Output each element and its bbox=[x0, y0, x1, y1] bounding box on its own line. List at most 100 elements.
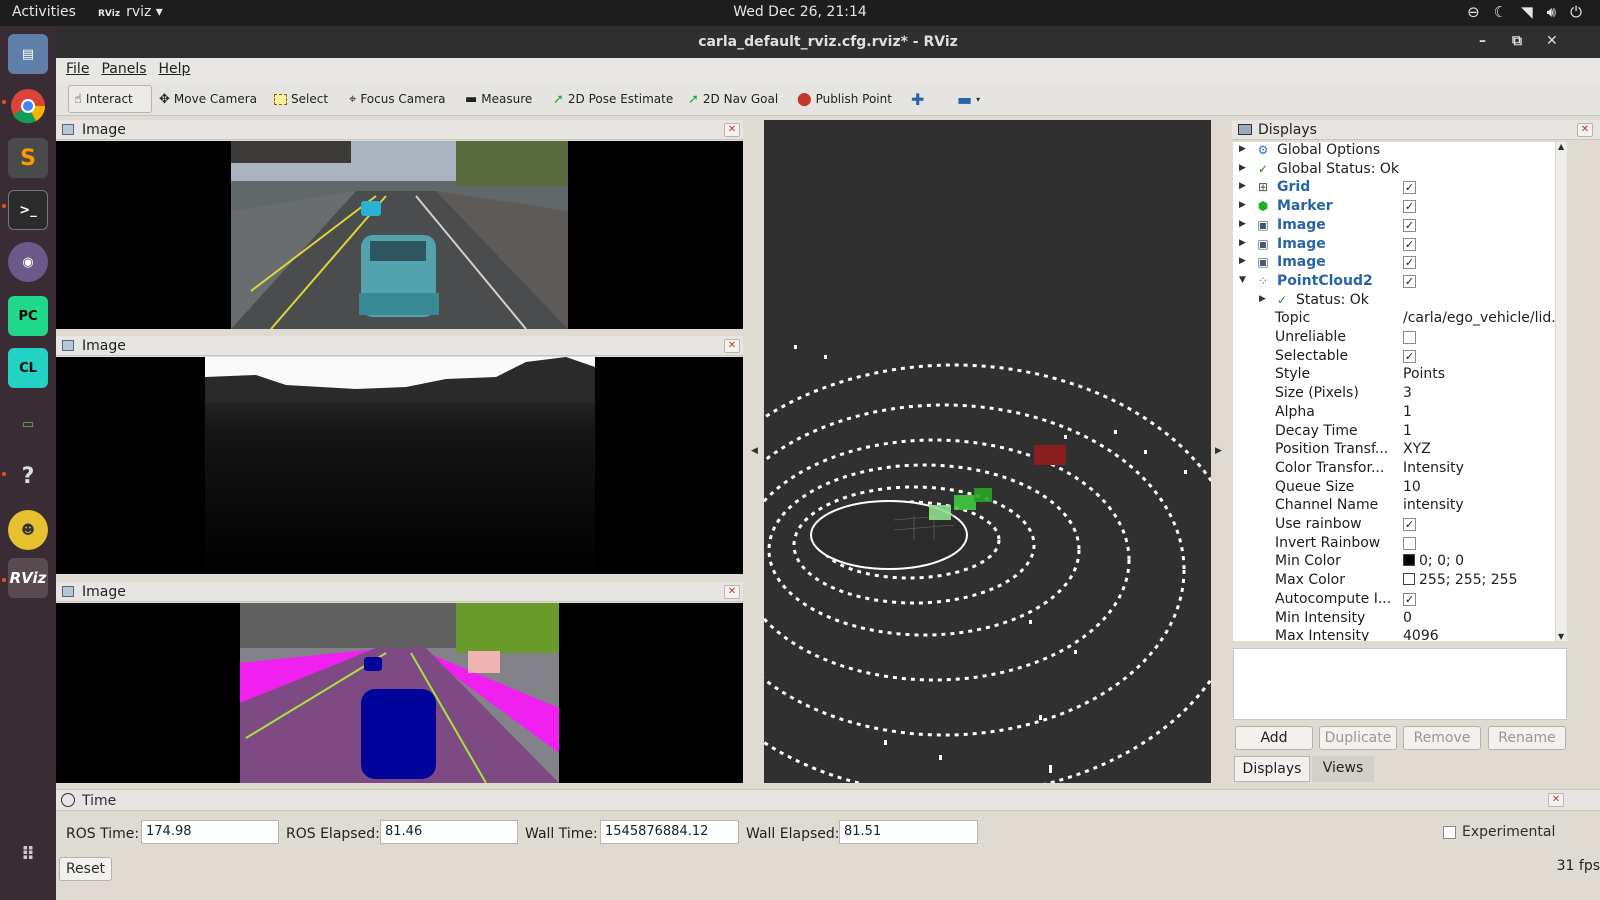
displays-panel-header[interactable]: Displays ✕ bbox=[1232, 120, 1600, 140]
add-display-button[interactable]: Add bbox=[1235, 726, 1313, 750]
measure-tool-button[interactable]: ▬ Measure bbox=[460, 85, 537, 113]
night-light-icon[interactable]: ☾ bbox=[1494, 3, 1507, 21]
tree-row-pointcloud2[interactable]: ▼ ⁘ PointCloud2 ✓ bbox=[1233, 273, 1555, 292]
clock[interactable]: Wed Dec 26, 21:14 bbox=[0, 4, 1600, 20]
tree-row-image[interactable]: ▶ ▣ Image ✓ bbox=[1233, 236, 1555, 255]
show-apps-icon[interactable]: ⠿ bbox=[8, 834, 48, 874]
prop-row-invert-rainbow[interactable]: Invert Rainbow bbox=[1233, 535, 1555, 554]
marker-enable-checkbox[interactable]: ✓ bbox=[1403, 200, 1416, 214]
tree-row-global-status[interactable]: ▶ ✓ Global Status: Ok bbox=[1233, 161, 1555, 180]
prop-value[interactable]: /carla/ego_vehicle/lid. bbox=[1403, 310, 1555, 326]
duplicate-display-button[interactable]: Duplicate bbox=[1319, 726, 1397, 750]
pose-estimate-tool-button[interactable]: ➚ 2D Pose Estimate bbox=[548, 85, 678, 113]
remove-display-button[interactable]: Remove bbox=[1403, 726, 1481, 750]
battery-icon[interactable]: ▭ bbox=[8, 404, 48, 444]
image-panel-header[interactable]: Image ✕ bbox=[56, 336, 743, 356]
rviz-icon[interactable]: RViz bbox=[8, 558, 48, 598]
tab-displays[interactable]: Displays bbox=[1234, 756, 1310, 782]
interact-tool-button[interactable]: ☝ Interact bbox=[68, 85, 152, 113]
prop-row-decay-time[interactable]: Decay Time 1 bbox=[1233, 423, 1555, 442]
prop-row-max-intensity[interactable]: Max Intensity 4096 bbox=[1233, 628, 1555, 641]
power-icon[interactable]: ⏻ bbox=[1570, 3, 1582, 21]
close-icon[interactable]: ✕ bbox=[724, 339, 740, 353]
tree-row-image[interactable]: ▶ ▣ Image ✓ bbox=[1233, 254, 1555, 273]
collapse-arrow-icon[interactable]: ▼ bbox=[1239, 275, 1246, 285]
prop-row-selectable[interactable]: Selectable ✓ bbox=[1233, 348, 1555, 367]
close-icon[interactable]: ✕ bbox=[724, 585, 740, 599]
tree-row-grid[interactable]: ▶ ⊞ Grid ✓ bbox=[1233, 179, 1555, 198]
system-tray[interactable]: ⊖ ☾ ◥ 🔊︎ ⏻ bbox=[1467, 3, 1582, 21]
ros-time-field[interactable]: 174.98 bbox=[141, 820, 279, 844]
autocompute-checkbox[interactable]: ✓ bbox=[1403, 592, 1416, 606]
prop-value[interactable]: 1 bbox=[1403, 423, 1412, 439]
expand-arrow-icon[interactable]: ▶ bbox=[1239, 200, 1246, 210]
3d-viewport[interactable] bbox=[764, 120, 1211, 783]
terminal-icon[interactable]: >_ bbox=[8, 190, 48, 230]
prop-row-style[interactable]: Style Points bbox=[1233, 366, 1555, 385]
expand-arrow-icon[interactable]: ▶ bbox=[1259, 294, 1266, 304]
use-rainbow-checkbox[interactable]: ✓ bbox=[1403, 518, 1416, 531]
prop-value[interactable]: 10 bbox=[1403, 479, 1421, 495]
chrome-icon[interactable] bbox=[8, 86, 48, 126]
prop-row-min-color[interactable]: Min Color 0; 0; 0 bbox=[1233, 553, 1555, 572]
select-tool-button[interactable]: Select bbox=[269, 85, 333, 113]
prop-value[interactable]: Points bbox=[1403, 366, 1445, 382]
image-enable-checkbox[interactable]: ✓ bbox=[1403, 237, 1416, 251]
scroll-down-arrow-icon[interactable]: ▼ bbox=[1558, 632, 1564, 641]
menu-help[interactable]: Help bbox=[155, 58, 199, 82]
displays-tree[interactable]: ▶ ⚙ Global Options ▶ ✓ Global Status: Ok… bbox=[1233, 142, 1555, 641]
collapse-right-arrow-icon[interactable]: ▶ bbox=[1215, 446, 1222, 456]
camera-rgb-view[interactable] bbox=[56, 141, 743, 329]
help-icon[interactable]: ? bbox=[8, 456, 48, 496]
tree-row-global-options[interactable]: ▶ ⚙ Global Options bbox=[1233, 142, 1555, 161]
selectable-checkbox[interactable]: ✓ bbox=[1403, 349, 1416, 363]
sublime-icon[interactable]: S bbox=[8, 138, 48, 178]
prop-value[interactable]: intensity bbox=[1403, 497, 1464, 513]
expand-arrow-icon[interactable]: ▶ bbox=[1239, 238, 1246, 248]
image-panel-header[interactable]: Image ✕ bbox=[56, 582, 743, 602]
close-icon[interactable]: ✕ bbox=[1577, 123, 1593, 137]
pycharm-icon[interactable]: PC bbox=[8, 296, 48, 336]
prop-row-max-color[interactable]: Max Color 255; 255; 255 bbox=[1233, 572, 1555, 591]
expand-arrow-icon[interactable]: ▶ bbox=[1239, 181, 1246, 191]
camera-segmentation-view[interactable] bbox=[56, 603, 743, 783]
image-enable-checkbox[interactable]: ✓ bbox=[1403, 218, 1416, 232]
invert-rainbow-checkbox[interactable] bbox=[1403, 536, 1416, 550]
close-icon[interactable]: ✕ bbox=[1546, 33, 1558, 49]
tree-row-status[interactable]: ▶ ✓ Status: Ok bbox=[1233, 292, 1555, 311]
files-icon[interactable]: ▤ bbox=[8, 34, 48, 74]
unreliable-checkbox[interactable] bbox=[1403, 331, 1416, 344]
prop-row-queue-size[interactable]: Queue Size 10 bbox=[1233, 479, 1555, 498]
reset-button[interactable]: Reset bbox=[59, 857, 112, 881]
window-titlebar[interactable]: carla_default_rviz.cfg.rviz* - RViz – ⧉ … bbox=[56, 26, 1600, 58]
prop-row-topic[interactable]: Topic /carla/ego_vehicle/lid. bbox=[1233, 310, 1555, 329]
nav-goal-tool-button[interactable]: ➚ 2D Nav Goal bbox=[683, 85, 783, 113]
prop-row-use-rainbow[interactable]: Use rainbow ✓ bbox=[1233, 516, 1555, 535]
tree-row-marker[interactable]: ▶ ⬢ Marker ✓ bbox=[1233, 198, 1555, 217]
app-menu[interactable]: RViz rviz ▾ bbox=[98, 4, 163, 20]
remove-tool-icon[interactable]: ▬ ▾ bbox=[952, 85, 985, 113]
prop-row-channel-name[interactable]: Channel Name intensity bbox=[1233, 497, 1555, 516]
close-icon[interactable]: ✕ bbox=[1548, 793, 1564, 807]
activities-button[interactable]: Activities bbox=[12, 4, 76, 20]
menu-panels[interactable]: Panels bbox=[97, 58, 154, 82]
move-camera-tool-button[interactable]: ✥ Move Camera bbox=[154, 85, 262, 113]
menu-file[interactable]: File bbox=[62, 58, 97, 82]
prop-value[interactable]: 0 bbox=[1403, 610, 1412, 626]
wall-elapsed-field[interactable]: 81.51 bbox=[839, 820, 978, 844]
rename-display-button[interactable]: Rename bbox=[1488, 726, 1566, 750]
collapse-left-arrow-icon[interactable]: ◀ bbox=[751, 446, 758, 456]
prop-row-color-transformer[interactable]: Color Transfor... Intensity bbox=[1233, 460, 1555, 479]
add-tool-icon[interactable]: ✚ bbox=[906, 85, 929, 113]
prop-value[interactable]: 1 bbox=[1403, 404, 1412, 420]
prop-row-autocompute[interactable]: Autocompute I... ✓ bbox=[1233, 591, 1555, 610]
camera-depth-view[interactable] bbox=[56, 357, 743, 574]
prop-row-size[interactable]: Size (Pixels) 3 bbox=[1233, 385, 1555, 404]
close-icon[interactable]: ✕ bbox=[724, 123, 740, 137]
prop-row-alpha[interactable]: Alpha 1 bbox=[1233, 404, 1555, 423]
github-icon[interactable]: ◉ bbox=[8, 242, 48, 282]
expand-arrow-icon[interactable]: ▶ bbox=[1239, 144, 1246, 154]
ros-elapsed-field[interactable]: 81.46 bbox=[380, 820, 518, 844]
prop-row-unreliable[interactable]: Unreliable bbox=[1233, 329, 1555, 348]
time-panel-header[interactable]: Time ✕ bbox=[56, 789, 1600, 811]
